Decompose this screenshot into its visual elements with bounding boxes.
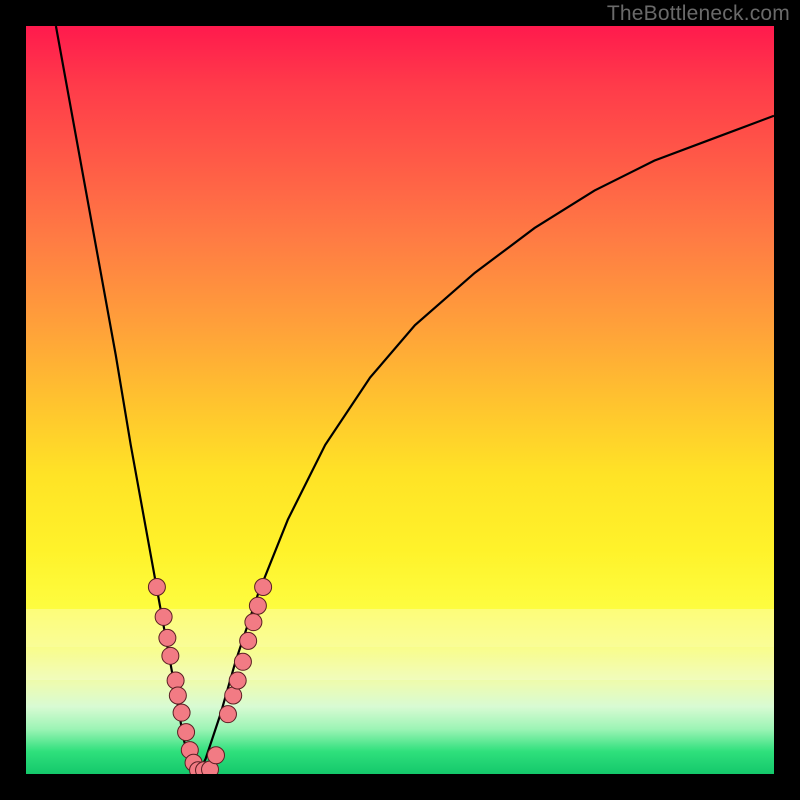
curve-layer xyxy=(26,26,774,774)
data-marker xyxy=(173,704,190,721)
watermark-text: TheBottleneck.com xyxy=(607,2,790,26)
plot-frame xyxy=(26,26,774,774)
data-marker xyxy=(148,579,165,596)
data-marker xyxy=(167,672,184,689)
data-marker xyxy=(245,614,262,631)
data-marker xyxy=(249,597,266,614)
data-marker xyxy=(162,647,179,664)
data-marker xyxy=(229,672,246,689)
curve-right-branch xyxy=(198,116,774,774)
data-marker xyxy=(234,653,251,670)
data-marker xyxy=(178,724,195,741)
data-marker xyxy=(255,579,272,596)
data-marker xyxy=(155,608,172,625)
data-marker xyxy=(169,687,186,704)
data-marker xyxy=(240,632,257,649)
data-marker xyxy=(207,747,224,764)
data-marker xyxy=(219,706,236,723)
data-marker xyxy=(159,629,176,646)
data-marker xyxy=(225,687,242,704)
